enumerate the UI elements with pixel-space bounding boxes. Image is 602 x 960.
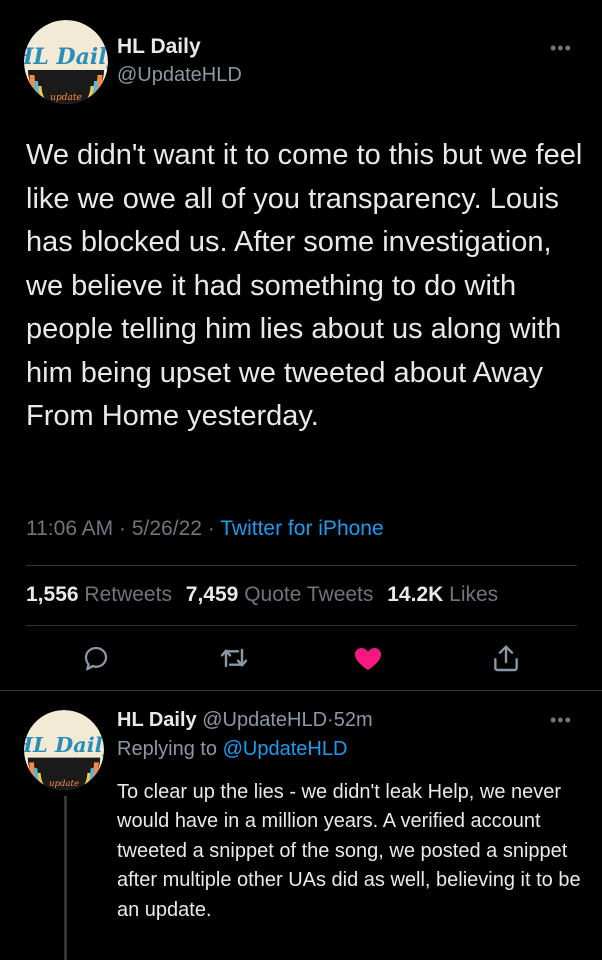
- tweet-source[interactable]: Twitter for iPhone: [220, 517, 383, 540]
- quotes-count: 7,459: [185, 583, 239, 606]
- reply-header: HL Daily @UpdateHLD·52m: [117, 709, 373, 732]
- retweets-count: 1,556: [26, 583, 79, 606]
- retweet-icon: [220, 648, 248, 668]
- tweet-time[interactable]: 11:06 AM: [26, 517, 113, 540]
- replying-to: Replying to @UpdateHLD: [117, 738, 347, 761]
- author-handle[interactable]: @UpdateHLD: [117, 64, 242, 87]
- more-options-icon[interactable]: •••: [550, 38, 572, 59]
- replying-to-mention[interactable]: @UpdateHLD: [223, 738, 348, 760]
- tweet-date[interactable]: 5/26/22: [132, 517, 202, 540]
- meta-separator: ·: [207, 517, 215, 540]
- reply-author-avatar[interactable]: HL Daily update: [24, 710, 104, 790]
- reply-text: To clear up the lies - we didn't leak He…: [117, 781, 581, 921]
- reply-more-options-icon[interactable]: •••: [550, 710, 572, 731]
- tweet-meta: 11:06 AM · 5/26/22 · Twitter for iPhone: [26, 517, 384, 541]
- reply-author-handle[interactable]: @UpdateHLD: [202, 709, 327, 731]
- meta-separator: ·: [327, 709, 334, 731]
- retweets-label: Retweets: [84, 583, 172, 606]
- logo-subtext: update: [49, 779, 79, 789]
- author-avatar[interactable]: HL Daily update: [24, 20, 108, 104]
- likes-stat[interactable]: 14.2K Likes: [387, 583, 498, 606]
- reply-age[interactable]: 52m: [334, 709, 373, 731]
- share-icon: [494, 645, 518, 672]
- quotes-label: Quote Tweets: [244, 583, 374, 606]
- logo-subtext: update: [50, 93, 82, 103]
- likes-count: 14.2K: [387, 583, 444, 606]
- reply-button[interactable]: [78, 640, 114, 676]
- replying-to-label: Replying to: [117, 738, 218, 760]
- tweet-text: We didn't want it to come to this but we…: [26, 139, 583, 432]
- heart-filled-icon: [354, 648, 382, 670]
- reply-author-name[interactable]: HL Daily: [117, 709, 197, 731]
- meta-separator: ·: [119, 517, 127, 540]
- divider: [26, 565, 577, 566]
- logo-text: HL Daily: [24, 44, 108, 70]
- hl-daily-logo: HL Daily update: [24, 710, 104, 790]
- retweet-button[interactable]: [216, 640, 252, 676]
- divider: [0, 690, 602, 691]
- hl-daily-logo: HL Daily update: [24, 20, 108, 104]
- engagement-stats: 1,556 Retweets 7,459 Quote Tweets 14.2K …: [26, 583, 498, 607]
- like-button[interactable]: [350, 640, 386, 676]
- author-name[interactable]: HL Daily: [117, 35, 201, 59]
- retweets-stat[interactable]: 1,556 Retweets: [26, 583, 172, 606]
- quotes-stat[interactable]: 7,459 Quote Tweets: [186, 583, 374, 606]
- divider: [26, 625, 577, 626]
- share-button[interactable]: [488, 640, 524, 676]
- likes-label: Likes: [449, 583, 499, 606]
- logo-text: HL Daily: [24, 732, 104, 757]
- thread-line: [64, 796, 67, 960]
- reply-icon: [84, 646, 108, 671]
